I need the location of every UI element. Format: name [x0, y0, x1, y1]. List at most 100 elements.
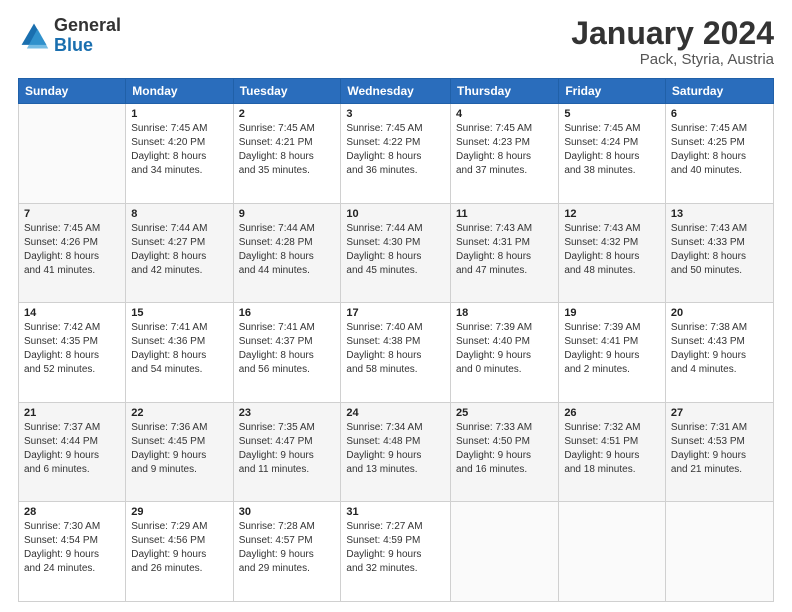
calendar-body: 1 Sunrise: 7:45 AMSunset: 4:20 PMDaylight…: [19, 104, 774, 602]
header-cell-sunday: Sunday: [19, 79, 126, 104]
day-info: Sunrise: 7:43 AMSunset: 4:33 PMDaylight:…: [671, 222, 768, 278]
day-info: Sunrise: 7:28 AMSunset: 4:57 PMDaylight:…: [239, 520, 336, 576]
calendar-cell: 9 Sunrise: 7:44 AMSunset: 4:28 PMDaylight…: [233, 203, 341, 303]
day-number: 10: [346, 208, 445, 220]
day-info: Sunrise: 7:45 AMSunset: 4:22 PMDaylight:…: [346, 122, 445, 178]
calendar-cell: 20 Sunrise: 7:38 AMSunset: 4:43 PMDayligh…: [665, 303, 773, 403]
day-number: 26: [564, 407, 660, 419]
day-number: 23: [239, 407, 336, 419]
day-info: Sunrise: 7:45 AMSunset: 4:20 PMDaylight:…: [131, 122, 227, 178]
calendar-cell: 16Sunrise: 7:41 AMSunset: 4:37 PMDayligh…: [233, 303, 341, 403]
day-info: Sunrise: 7:39 AMSunset: 4:40 PMDaylight:…: [456, 321, 553, 377]
header-cell-monday: Monday: [126, 79, 233, 104]
calendar-cell: 23 Sunrise: 7:35 AMSunset: 4:47 PMDayligh…: [233, 402, 341, 502]
calendar-cell: 17 Sunrise: 7:40 AMSunset: 4:38 PMDayligh…: [341, 303, 451, 403]
day-number: 3: [346, 108, 445, 120]
day-number: 18: [456, 307, 553, 319]
day-number: 20: [671, 307, 768, 319]
header-cell-tuesday: Tuesday: [233, 79, 341, 104]
header: General Blue January 2024 Pack, Styria, …: [18, 16, 774, 68]
title-block: January 2024 Pack, Styria, Austria: [571, 16, 774, 68]
subtitle: Pack, Styria, Austria: [571, 51, 774, 68]
calendar-cell: 24Sunrise: 7:34 AMSunset: 4:48 PMDayligh…: [341, 402, 451, 502]
logo-general: General: [54, 15, 121, 35]
calendar-cell: 25 Sunrise: 7:33 AMSunset: 4:50 PMDayligh…: [450, 402, 558, 502]
calendar-cell: 5 Sunrise: 7:45 AMSunset: 4:24 PMDaylight…: [559, 104, 666, 204]
logo-icon: [18, 20, 50, 52]
week-row-0: 1 Sunrise: 7:45 AMSunset: 4:20 PMDaylight…: [19, 104, 774, 204]
day-number: 14: [24, 307, 120, 319]
day-number: 24: [346, 407, 445, 419]
header-cell-wednesday: Wednesday: [341, 79, 451, 104]
calendar-cell: 3 Sunrise: 7:45 AMSunset: 4:22 PMDaylight…: [341, 104, 451, 204]
day-number: 5: [564, 108, 660, 120]
day-number: 1: [131, 108, 227, 120]
day-info: Sunrise: 7:42 AMSunset: 4:35 PMDaylight:…: [24, 321, 120, 377]
day-number: 25: [456, 407, 553, 419]
calendar-table: SundayMondayTuesdayWednesdayThursdayFrid…: [18, 78, 774, 602]
calendar-cell: 22Sunrise: 7:36 AMSunset: 4:45 PMDayligh…: [126, 402, 233, 502]
week-row-2: 14 Sunrise: 7:42 AMSunset: 4:35 PMDayligh…: [19, 303, 774, 403]
day-number: 19: [564, 307, 660, 319]
main-title: January 2024: [571, 16, 774, 51]
day-info: Sunrise: 7:29 AMSunset: 4:56 PMDaylight:…: [131, 520, 227, 576]
calendar-cell: [559, 502, 666, 602]
header-cell-friday: Friday: [559, 79, 666, 104]
day-number: 2: [239, 108, 336, 120]
calendar-cell: 28 Sunrise: 7:30 AMSunset: 4:54 PMDayligh…: [19, 502, 126, 602]
day-info: Sunrise: 7:45 AMSunset: 4:24 PMDaylight:…: [564, 122, 660, 178]
day-info: Sunrise: 7:44 AMSunset: 4:27 PMDaylight:…: [131, 222, 227, 278]
calendar-cell: 4 Sunrise: 7:45 AMSunset: 4:23 PMDaylight…: [450, 104, 558, 204]
calendar-cell: 27Sunrise: 7:31 AMSunset: 4:53 PMDayligh…: [665, 402, 773, 502]
day-number: 13: [671, 208, 768, 220]
week-row-3: 21 Sunrise: 7:37 AMSunset: 4:44 PMDayligh…: [19, 402, 774, 502]
day-info: Sunrise: 7:35 AMSunset: 4:47 PMDaylight:…: [239, 421, 336, 477]
calendar-cell: 10 Sunrise: 7:44 AMSunset: 4:30 PMDayligh…: [341, 203, 451, 303]
day-info: Sunrise: 7:30 AMSunset: 4:54 PMDaylight:…: [24, 520, 120, 576]
day-number: 9: [239, 208, 336, 220]
calendar-cell: 12Sunrise: 7:43 AMSunset: 4:32 PMDayligh…: [559, 203, 666, 303]
day-info: Sunrise: 7:45 AMSunset: 4:21 PMDaylight:…: [239, 122, 336, 178]
day-info: Sunrise: 7:36 AMSunset: 4:45 PMDaylight:…: [131, 421, 227, 477]
calendar-cell: 14 Sunrise: 7:42 AMSunset: 4:35 PMDayligh…: [19, 303, 126, 403]
calendar-cell: 11 Sunrise: 7:43 AMSunset: 4:31 PMDayligh…: [450, 203, 558, 303]
day-info: Sunrise: 7:44 AMSunset: 4:30 PMDaylight:…: [346, 222, 445, 278]
day-info: Sunrise: 7:45 AMSunset: 4:23 PMDaylight:…: [456, 122, 553, 178]
day-number: 28: [24, 506, 120, 518]
day-info: Sunrise: 7:44 AMSunset: 4:28 PMDaylight:…: [239, 222, 336, 278]
calendar-cell: 1 Sunrise: 7:45 AMSunset: 4:20 PMDaylight…: [126, 104, 233, 204]
day-info: Sunrise: 7:45 AMSunset: 4:25 PMDaylight:…: [671, 122, 768, 178]
header-cell-saturday: Saturday: [665, 79, 773, 104]
week-row-1: 7Sunrise: 7:45 AMSunset: 4:26 PMDaylight…: [19, 203, 774, 303]
page: General Blue January 2024 Pack, Styria, …: [0, 0, 792, 612]
day-number: 11: [456, 208, 553, 220]
calendar-cell: 7Sunrise: 7:45 AMSunset: 4:26 PMDaylight…: [19, 203, 126, 303]
day-info: Sunrise: 7:27 AMSunset: 4:59 PMDaylight:…: [346, 520, 445, 576]
day-number: 31: [346, 506, 445, 518]
header-cell-thursday: Thursday: [450, 79, 558, 104]
logo-blue: Blue: [54, 35, 93, 55]
day-info: Sunrise: 7:37 AMSunset: 4:44 PMDaylight:…: [24, 421, 120, 477]
calendar-cell: [450, 502, 558, 602]
calendar-cell: 15Sunrise: 7:41 AMSunset: 4:36 PMDayligh…: [126, 303, 233, 403]
logo: General Blue: [18, 16, 121, 56]
day-info: Sunrise: 7:40 AMSunset: 4:38 PMDaylight:…: [346, 321, 445, 377]
day-number: 30: [239, 506, 336, 518]
day-number: 4: [456, 108, 553, 120]
day-number: 27: [671, 407, 768, 419]
day-number: 17: [346, 307, 445, 319]
day-info: Sunrise: 7:33 AMSunset: 4:50 PMDaylight:…: [456, 421, 553, 477]
calendar-cell: 31 Sunrise: 7:27 AMSunset: 4:59 PMDayligh…: [341, 502, 451, 602]
day-info: Sunrise: 7:32 AMSunset: 4:51 PMDaylight:…: [564, 421, 660, 477]
calendar-cell: [665, 502, 773, 602]
day-number: 29: [131, 506, 227, 518]
calendar-cell: [19, 104, 126, 204]
calendar-cell: 18 Sunrise: 7:39 AMSunset: 4:40 PMDayligh…: [450, 303, 558, 403]
calendar-cell: 19Sunrise: 7:39 AMSunset: 4:41 PMDayligh…: [559, 303, 666, 403]
day-number: 12: [564, 208, 660, 220]
day-number: 21: [24, 407, 120, 419]
day-info: Sunrise: 7:38 AMSunset: 4:43 PMDaylight:…: [671, 321, 768, 377]
logo-text: General Blue: [54, 16, 121, 56]
day-info: Sunrise: 7:43 AMSunset: 4:31 PMDaylight:…: [456, 222, 553, 278]
day-number: 7: [24, 208, 120, 220]
